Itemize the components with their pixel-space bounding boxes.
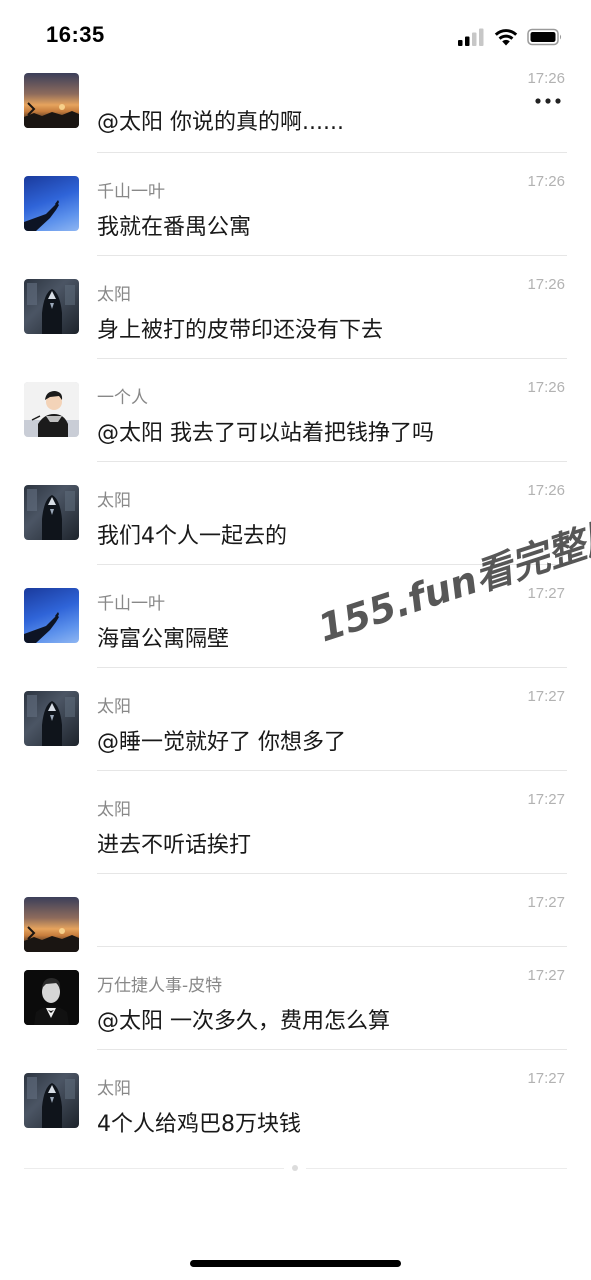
message-sender: 万仕捷人事-皮特 [97,976,223,996]
message-item[interactable]: 17:27 [0,874,591,952]
more-options-icon[interactable] [533,96,563,106]
message-text: @睡一觉就好了 你想多了 [97,730,346,755]
message-text: 进去不听话挨打 [97,833,252,858]
hooded-figure-avatar[interactable] [24,691,79,746]
message-sender: 一个人 [97,388,148,408]
bottom-area [0,1160,591,1280]
home-indicator[interactable] [190,1260,401,1267]
cartoon-person-avatar[interactable] [24,382,79,437]
message-text: @太阳 你说的真的啊...... [97,110,344,135]
message-sender: 千山一叶 [97,182,165,202]
message-text: 4个人给鸡巴8万块钱 [97,1112,301,1137]
message-item[interactable]: 太阳 进去不听话挨打 17:27 [0,771,591,874]
message-time: 17:27 [527,791,565,808]
hooded-figure-avatar[interactable] [24,485,79,540]
status-icons [457,26,563,48]
message-time: 17:26 [527,482,565,499]
message-time: 17:27 [527,585,565,602]
battery-icon [527,28,562,46]
message-text: 身上被打的皮带印还没有下去 [97,318,384,343]
message-time: 17:27 [527,967,565,984]
list-end-dot [292,1165,298,1171]
message-sender: 千山一叶 [97,594,165,614]
message-sender: 太阳 [97,491,131,511]
list-end-divider [306,1168,567,1169]
message-text: 我们4个人一起去的 [97,524,287,549]
message-sender: 太阳 [97,285,131,305]
list-end-divider [24,1168,284,1169]
man-in-suit-avatar[interactable] [24,970,79,1025]
sunset-avatar[interactable] [24,73,79,128]
message-time: 17:27 [527,688,565,705]
blue-sky-hand-avatar[interactable] [24,176,79,231]
message-item[interactable]: 一个人 @太阳 我去了可以站着把钱挣了吗 17:26 [0,359,591,462]
message-item[interactable]: 万仕捷人事-皮特 @太阳 一次多久，费用怎么算 17:27 [0,947,591,1050]
sunset-avatar[interactable] [24,897,79,952]
message-time: 17:26 [527,276,565,293]
message-item[interactable]: 太阳 身上被打的皮带印还没有下去 17:26 [0,256,591,359]
message-item[interactable]: 千山一叶 我就在番禺公寓 17:26 [0,153,591,256]
message-item[interactable]: 太阳 @睡一觉就好了 你想多了 17:27 [0,668,591,771]
message-text: 我就在番禺公寓 [97,215,252,240]
message-time: 17:26 [527,173,565,190]
message-time: 17:26 [527,70,565,87]
message-sender: 太阳 [97,1079,131,1099]
hooded-figure-avatar[interactable] [24,279,79,334]
message-time: 17:27 [527,1070,565,1087]
message-item[interactable]: 太阳 4个人给鸡巴8万块钱 17:27 [0,1050,591,1153]
message-text: @太阳 一次多久，费用怎么算 [97,1009,390,1034]
message-list[interactable]: @太阳 你说的真的啊...... 17:26 千山一叶 我就在番禺公寓 17:2… [0,50,591,1153]
message-sender: 太阳 [97,800,131,820]
blue-sky-hand-avatar[interactable] [24,588,79,643]
message-text: @太阳 我去了可以站着把钱挣了吗 [97,421,434,446]
cellular-signal-icon [458,28,484,46]
message-sender: 太阳 [97,697,131,717]
wifi-icon [494,29,518,46]
status-time: 16:35 [46,22,105,47]
message-text: 海富公寓隔壁 [97,627,230,652]
message-item[interactable]: @太阳 你说的真的啊...... 17:26 [0,50,591,153]
hooded-figure-avatar[interactable] [24,1073,79,1128]
message-time: 17:26 [527,379,565,396]
message-time: 17:27 [527,894,565,911]
